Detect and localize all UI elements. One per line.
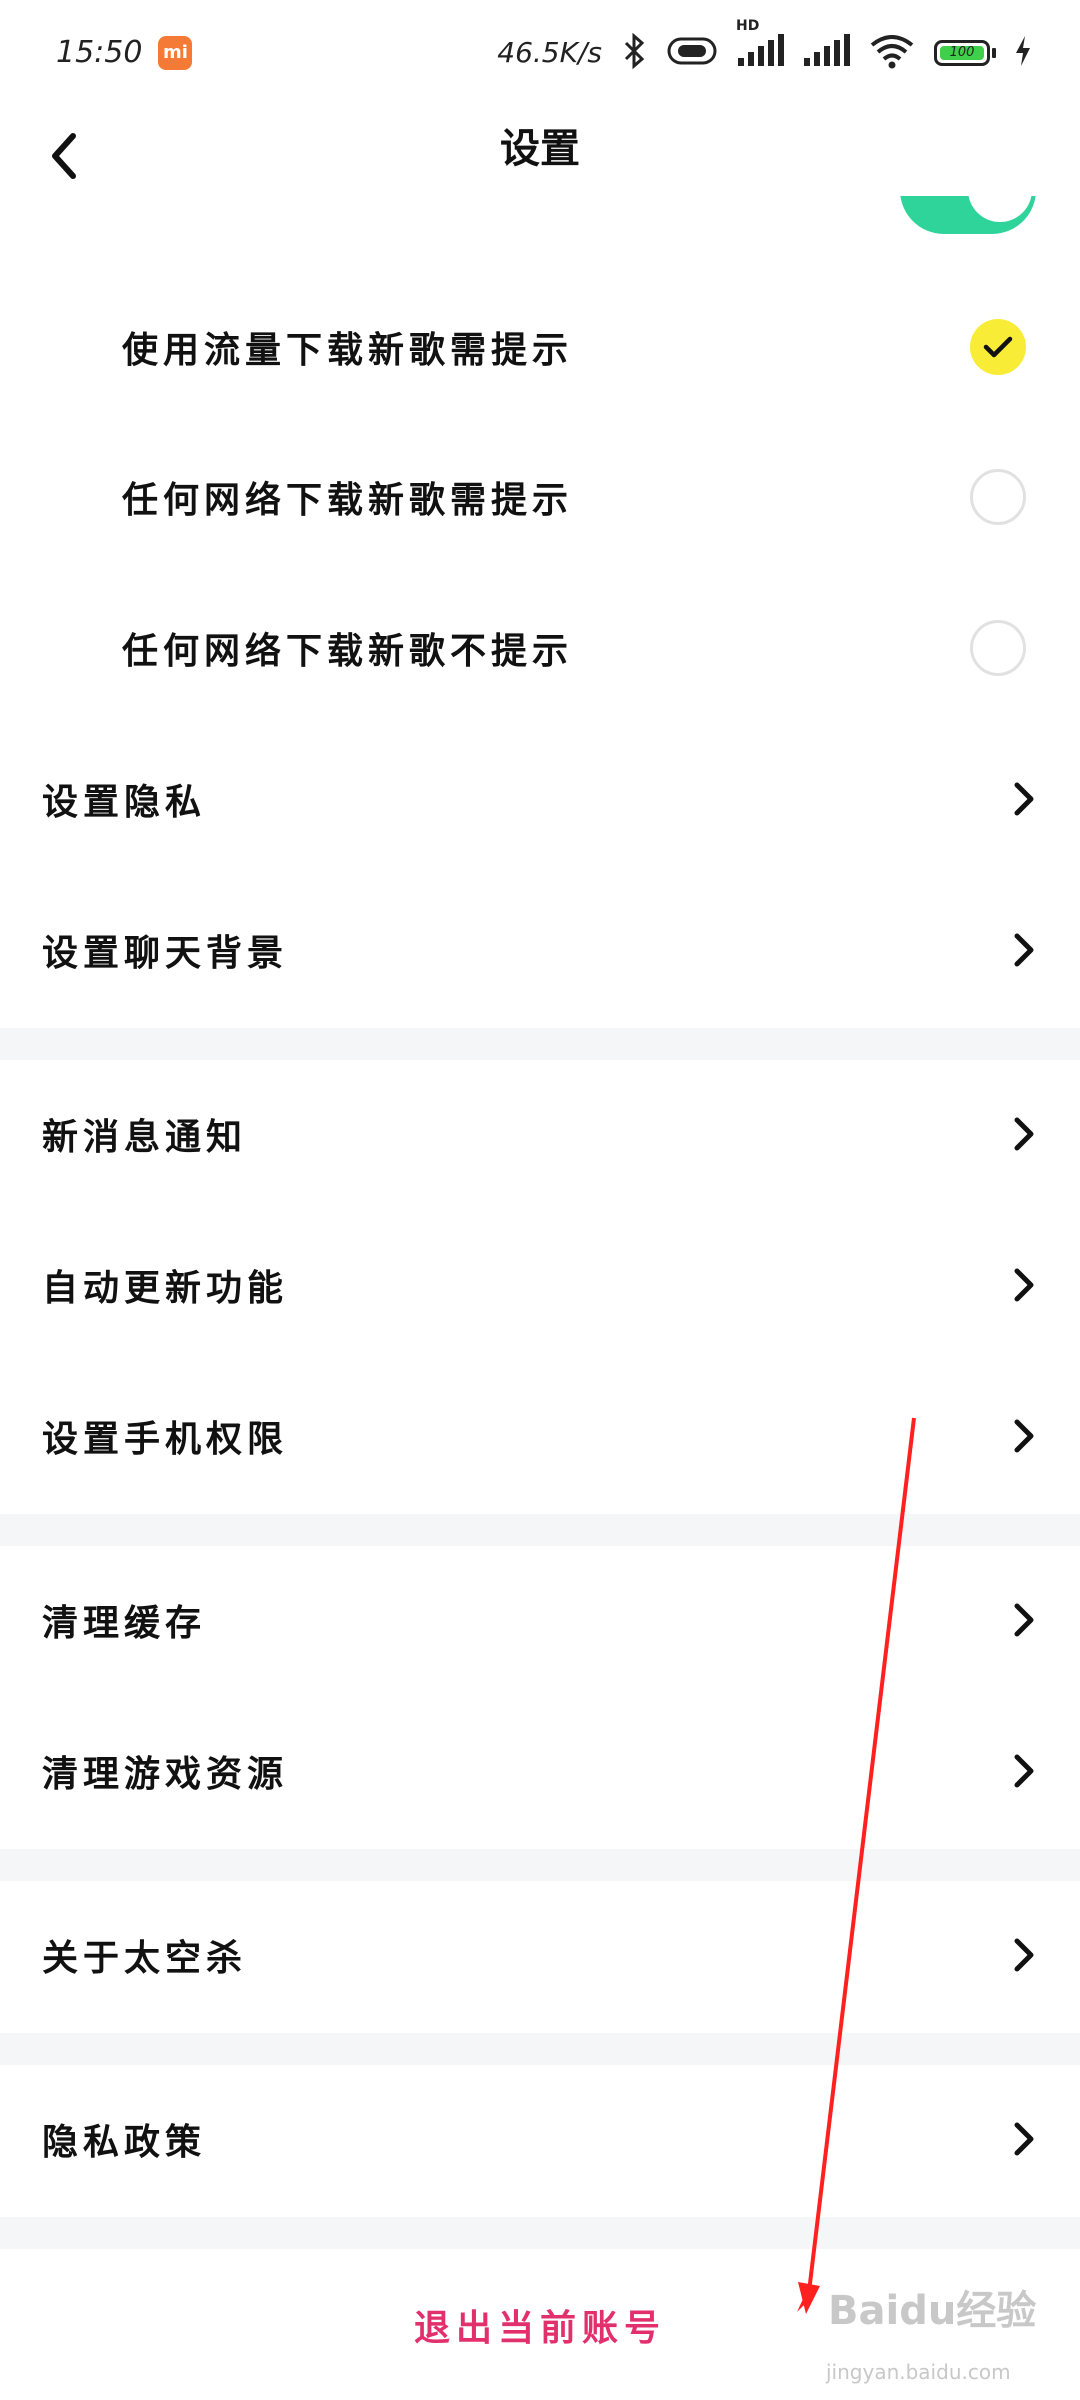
settings-item-about[interactable]: 关于太空杀 [0,1904,1080,2006]
chevron-right-icon [1004,1935,1044,1975]
section-divider [0,2033,1080,2065]
chevron-right-icon [1004,779,1044,819]
signal-strength-icon-sim2 [802,33,850,72]
chevron-left-icon [52,133,76,179]
section-divider [0,1514,1080,1546]
download-option-row[interactable]: 任何网络下载新歌不提示 [0,597,1080,699]
status-bar-right: 46.5K/s HD 100 [497,18,1032,73]
download-option-row[interactable]: 使用流量下载新歌需提示 [0,296,1080,398]
battery-icon: 100 [934,39,996,66]
settings-item-auto-update[interactable]: 自动更新功能 [0,1234,1080,1336]
signal-strength-icon-sim1: HD [736,18,784,72]
chevron-right-icon [1004,1751,1044,1791]
settings-item-privacy-policy[interactable]: 隐私政策 [0,2088,1080,2190]
settings-item-label: 隐私政策 [42,2122,207,2163]
settings-item-label: 设置隐私 [42,782,207,823]
status-bar: 15:50 mi 46.5K/s HD 100 [0,0,1080,105]
chevron-right-icon [1004,1416,1044,1456]
settings-item-label: 清理游戏资源 [42,1754,289,1795]
page-title: 设置 [500,126,580,172]
top-nav-bar: 设置 [0,105,1080,210]
logout-label: 退出当前账号 [413,2308,666,2349]
vibrate-mode-icon [666,35,718,71]
wifi-icon [868,33,916,73]
settings-item-label: 设置手机权限 [42,1419,289,1460]
mi-notification-icon: mi [158,35,193,70]
bluetooth-icon [620,32,648,73]
settings-item-label: 新消息通知 [42,1117,248,1158]
chevron-right-icon [1004,1265,1044,1305]
chevron-right-icon [1004,1600,1044,1640]
section-divider [0,2217,1080,2249]
settings-item-clear-game-resources[interactable]: 清理游戏资源 [0,1720,1080,1822]
chevron-right-icon [1004,1114,1044,1154]
settings-item-clear-cache[interactable]: 清理缓存 [0,1569,1080,1671]
charging-icon [1014,35,1032,71]
back-button[interactable] [34,125,96,187]
download-option-label: 使用流量下载新歌需提示 [122,330,574,371]
battery-level: 100 [940,45,984,60]
radio-unselected[interactable] [970,620,1026,676]
radio-unselected[interactable] [970,469,1026,525]
checkmark-icon [983,336,1013,358]
settings-item-label: 关于太空杀 [42,1938,248,1979]
download-option-label: 任何网络下载新歌不提示 [122,631,574,672]
settings-toggle-partial[interactable] [900,196,1036,238]
download-option-row[interactable]: 任何网络下载新歌需提示 [0,446,1080,548]
chevron-right-icon [1004,2119,1044,2159]
network-speed: 46.5K/s [497,36,602,69]
radio-selected[interactable] [970,319,1026,375]
settings-item-label: 设置聊天背景 [42,933,289,974]
settings-item-chat-background[interactable]: 设置聊天背景 [0,899,1080,1001]
settings-item-label: 清理缓存 [42,1603,207,1644]
settings-item-notifications[interactable]: 新消息通知 [0,1083,1080,1185]
status-time: 15:50 [56,35,143,70]
section-divider [0,1028,1080,1060]
download-option-label: 任何网络下载新歌需提示 [122,480,574,521]
baidu-watermark: Baidu经验 [828,2288,1037,2334]
section-divider [0,1849,1080,1881]
settings-item-phone-permissions[interactable]: 设置手机权限 [0,1385,1080,1487]
baidu-watermark-url: jingyan.baidu.com [826,2360,1011,2384]
hd-label: HD [736,17,760,34]
settings-item-privacy[interactable]: 设置隐私 [0,748,1080,850]
settings-item-label: 自动更新功能 [42,1268,289,1309]
status-bar-left: 15:50 mi [56,35,193,70]
chevron-right-icon [1004,930,1044,970]
